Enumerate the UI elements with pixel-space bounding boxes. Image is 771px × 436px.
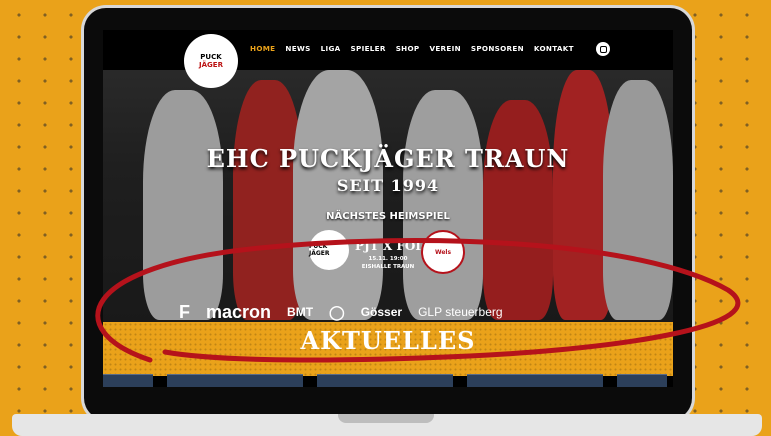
highlight-annotation <box>95 238 741 363</box>
